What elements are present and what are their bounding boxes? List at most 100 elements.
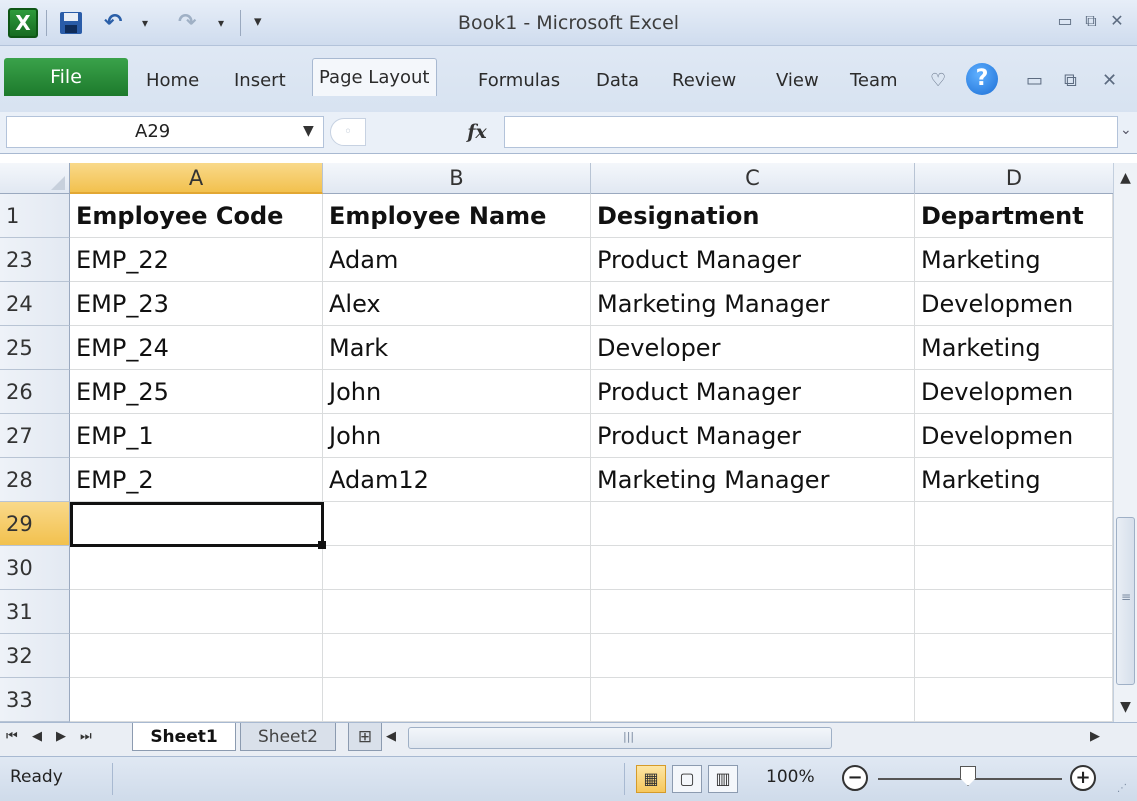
cell-b30[interactable] (323, 546, 591, 590)
cell-d26[interactable]: Developmen (915, 370, 1113, 414)
cell-b26[interactable]: John (323, 370, 591, 414)
normal-view-icon[interactable]: ▦ (636, 765, 666, 793)
cell-a1[interactable]: Employee Code (70, 194, 323, 238)
cell-b29[interactable] (323, 502, 591, 546)
column-header-b[interactable]: B (323, 163, 591, 194)
cell-b24[interactable]: Alex (323, 282, 591, 326)
cell-c33[interactable] (591, 678, 915, 722)
vertical-scroll-thumb[interactable]: ≡ (1116, 517, 1135, 685)
row-header-1[interactable]: 1 (0, 194, 70, 238)
row-header-30[interactable]: 30 (0, 546, 70, 590)
column-header-c[interactable]: C (591, 163, 915, 194)
cell-c31[interactable] (591, 590, 915, 634)
page-break-view-icon[interactable]: ▥ (708, 765, 738, 793)
worksheet-grid[interactable]: A B C D 1 Employee Code Employee Name Desig… (0, 163, 1113, 723)
expand-formula-bar-icon[interactable]: ⌄ (1120, 122, 1132, 138)
tab-page-layout[interactable]: Page Layout (312, 58, 437, 96)
cell-d33[interactable] (915, 678, 1113, 722)
page-layout-view-icon[interactable]: ▢ (672, 765, 702, 793)
row-header-28[interactable]: 28 (0, 458, 70, 502)
scroll-right-icon[interactable]: ▶ (1090, 729, 1100, 744)
cell-d28[interactable]: Marketing (915, 458, 1113, 502)
cell-a30[interactable] (70, 546, 323, 590)
cell-b33[interactable] (323, 678, 591, 722)
tab-home[interactable]: Home (146, 66, 199, 96)
formula-cancel-icon[interactable]: ◦ (330, 118, 366, 146)
sheet-tab-sheet1[interactable]: Sheet1 (132, 723, 236, 751)
cell-c1[interactable]: Designation (591, 194, 915, 238)
row-header-25[interactable]: 25 (0, 326, 70, 370)
cell-a27[interactable]: EMP_1 (70, 414, 323, 458)
cell-c28[interactable]: Marketing Manager (591, 458, 915, 502)
cell-a32[interactable] (70, 634, 323, 678)
cell-d27[interactable]: Developmen (915, 414, 1113, 458)
column-header-d[interactable]: D (915, 163, 1113, 194)
cell-b25[interactable]: Mark (323, 326, 591, 370)
cell-c30[interactable] (591, 546, 915, 590)
cell-d24[interactable]: Developmen (915, 282, 1113, 326)
name-box[interactable]: A29 ▼ (6, 116, 324, 148)
row-header-32[interactable]: 32 (0, 634, 70, 678)
cell-d25[interactable]: Marketing (915, 326, 1113, 370)
cell-c24[interactable]: Marketing Manager (591, 282, 915, 326)
workbook-close-icon[interactable]: ✕ (1102, 68, 1117, 94)
next-sheet-icon[interactable]: ▶ (56, 729, 66, 744)
zoom-slider-thumb[interactable] (960, 766, 976, 786)
fill-handle[interactable] (318, 541, 326, 549)
select-all-button[interactable] (0, 163, 70, 194)
cell-b27[interactable]: John (323, 414, 591, 458)
cell-c25[interactable]: Developer (591, 326, 915, 370)
insert-sheet-icon[interactable]: ⊞ (348, 723, 382, 751)
cell-a29[interactable] (70, 502, 323, 546)
cell-c29[interactable] (591, 502, 915, 546)
cell-d23[interactable]: Marketing (915, 238, 1113, 282)
tab-file[interactable]: File (4, 58, 128, 96)
row-header-31[interactable]: 31 (0, 590, 70, 634)
row-header-27[interactable]: 27 (0, 414, 70, 458)
close-icon[interactable]: ✕ (1106, 10, 1128, 32)
tab-team[interactable]: Team (850, 66, 898, 96)
tab-formulas[interactable]: Formulas (478, 66, 560, 96)
cell-b31[interactable] (323, 590, 591, 634)
cell-a23[interactable]: EMP_22 (70, 238, 323, 282)
row-header-29[interactable]: 29 (0, 502, 70, 546)
scroll-left-icon[interactable]: ◀ (386, 729, 396, 744)
cell-b28[interactable]: Adam12 (323, 458, 591, 502)
cell-d31[interactable] (915, 590, 1113, 634)
cell-c23[interactable]: Product Manager (591, 238, 915, 282)
cell-b23[interactable]: Adam (323, 238, 591, 282)
cell-d32[interactable] (915, 634, 1113, 678)
sheet-tab-sheet2[interactable]: Sheet2 (240, 723, 336, 751)
workbook-minimize-icon[interactable]: ▭ (1026, 68, 1043, 94)
zoom-out-button[interactable]: − (842, 765, 868, 791)
scroll-down-icon[interactable]: ▼ (1114, 692, 1137, 722)
minimize-ribbon-icon[interactable]: ♡ (930, 68, 946, 94)
cell-b1[interactable]: Employee Name (323, 194, 591, 238)
help-icon[interactable]: ? (966, 63, 998, 95)
cell-c32[interactable] (591, 634, 915, 678)
minimize-icon[interactable]: ▭ (1054, 10, 1076, 32)
chevron-down-icon[interactable]: ▼ (303, 123, 314, 139)
vertical-scrollbar[interactable]: ▲ ≡ ▼ (1113, 163, 1137, 722)
cell-d29[interactable] (915, 502, 1113, 546)
tab-review[interactable]: Review (672, 66, 736, 96)
cell-a26[interactable]: EMP_25 (70, 370, 323, 414)
row-header-26[interactable]: 26 (0, 370, 70, 414)
formula-input[interactable] (504, 116, 1118, 148)
tab-view[interactable]: View (776, 66, 819, 96)
last-sheet-icon[interactable]: ⏭ (80, 729, 92, 744)
restore-icon[interactable]: ⧉ (1080, 10, 1102, 32)
workbook-restore-icon[interactable]: ⧉ (1064, 68, 1077, 94)
cell-b32[interactable] (323, 634, 591, 678)
cell-d1[interactable]: Department (915, 194, 1113, 238)
resize-grip-icon[interactable]: ⋰ (1117, 783, 1127, 794)
tab-data[interactable]: Data (596, 66, 639, 96)
zoom-in-button[interactable]: + (1070, 765, 1096, 791)
horizontal-scroll-thumb[interactable]: ||| (408, 727, 832, 749)
cell-a25[interactable]: EMP_24 (70, 326, 323, 370)
row-header-33[interactable]: 33 (0, 678, 70, 722)
cell-c27[interactable]: Product Manager (591, 414, 915, 458)
row-header-23[interactable]: 23 (0, 238, 70, 282)
cell-a31[interactable] (70, 590, 323, 634)
scroll-up-icon[interactable]: ▲ (1114, 163, 1137, 193)
